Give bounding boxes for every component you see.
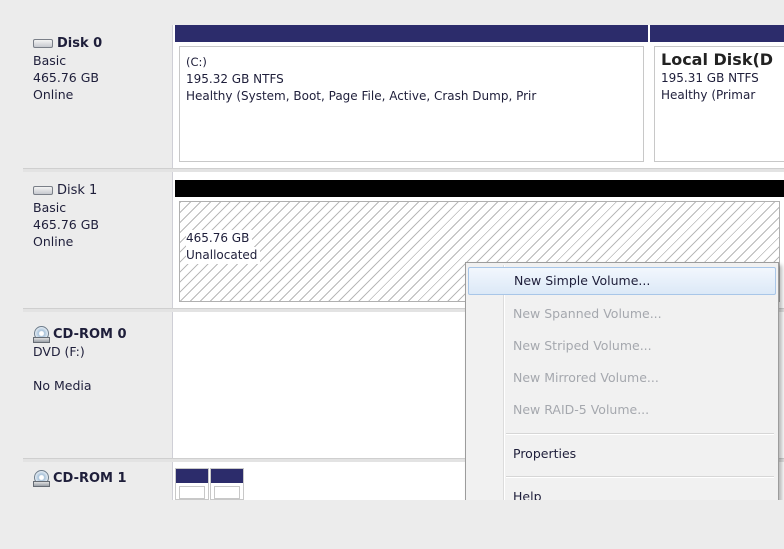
cd-drive-icon (33, 470, 50, 487)
volume-health: Healthy (Primar (661, 88, 756, 102)
volume-d[interactable]: Local Disk(D 195.31 GB NTFS Healthy (Pri… (650, 25, 784, 168)
volume-name: (C:) (186, 55, 207, 69)
disk-management-screen: Disk 0 Basic 465.76 GB Online (C:) 195.3… (0, 0, 784, 549)
menu-item-new-mirrored-volume[interactable]: New Mirrored Volume... (468, 364, 776, 392)
volume-detail: 195.31 GB NTFS (661, 71, 759, 85)
volume-detail: 195.32 GB NTFS (186, 72, 284, 86)
primary-partition-bar (175, 25, 648, 42)
disk-type: DVD (F:) (33, 344, 85, 359)
disk-type: Basic (33, 200, 67, 215)
volume-name: Local Disk(D (661, 50, 774, 69)
volume-health: Healthy (System, Boot, Page File, Active… (186, 89, 537, 103)
menu-item-help[interactable]: Help (468, 483, 776, 500)
unallocated-size: 465.76 GB (186, 230, 253, 247)
disk-label-cdrom-0[interactable]: CD-ROM 0 DVD (F:) No Media (23, 312, 173, 458)
primary-partition-bar (650, 25, 784, 42)
disk-size: 465.76 GB (33, 70, 99, 85)
disk-type: Basic (33, 53, 67, 68)
unallocated-label: Unallocated (186, 247, 261, 264)
disk-label-1[interactable]: Disk 1 Basic 465.76 GB Online (23, 172, 173, 308)
disk-name: Disk 1 (57, 183, 98, 198)
partition-thumbnail (175, 468, 209, 500)
disk-partitions-0: (C:) 195.32 GB NTFS Healthy (System, Boo… (175, 25, 784, 168)
menu-separator (506, 433, 774, 435)
disk-status: Online (33, 87, 74, 102)
disk-size: 465.76 GB (33, 217, 99, 232)
disk-status: No Media (33, 378, 92, 393)
menu-item-new-simple-volume[interactable]: New Simple Volume... (468, 267, 776, 295)
partition-thumbnail (210, 468, 244, 500)
hard-drive-icon (33, 39, 53, 48)
volume-c[interactable]: (C:) 195.32 GB NTFS Healthy (System, Boo… (175, 25, 648, 168)
disk-graphical-view: Disk 0 Basic 465.76 GB Online (C:) 195.3… (23, 25, 784, 500)
disk-label-0[interactable]: Disk 0 Basic 465.76 GB Online (23, 25, 173, 168)
disk-name: CD-ROM 0 (53, 327, 127, 342)
context-menu: New Simple Volume... New Spanned Volume.… (465, 262, 779, 500)
cd-drive-icon (33, 326, 50, 343)
disk-name: Disk 0 (57, 36, 103, 51)
disk-label-cdrom-1[interactable]: CD-ROM 1 (23, 462, 173, 500)
menu-item-properties[interactable]: Properties (468, 440, 776, 468)
disk-name: CD-ROM 1 (53, 471, 127, 486)
menu-item-new-spanned-volume[interactable]: New Spanned Volume... (468, 300, 776, 328)
unallocated-bar (175, 180, 784, 197)
menu-separator (506, 476, 774, 478)
disk-row-0[interactable]: Disk 0 Basic 465.76 GB Online (C:) 195.3… (23, 25, 784, 168)
menu-item-new-raid5-volume[interactable]: New RAID-5 Volume... (468, 396, 776, 424)
disk-status: Online (33, 234, 74, 249)
menu-item-new-striped-volume[interactable]: New Striped Volume... (468, 332, 776, 360)
hard-drive-icon (33, 186, 53, 195)
